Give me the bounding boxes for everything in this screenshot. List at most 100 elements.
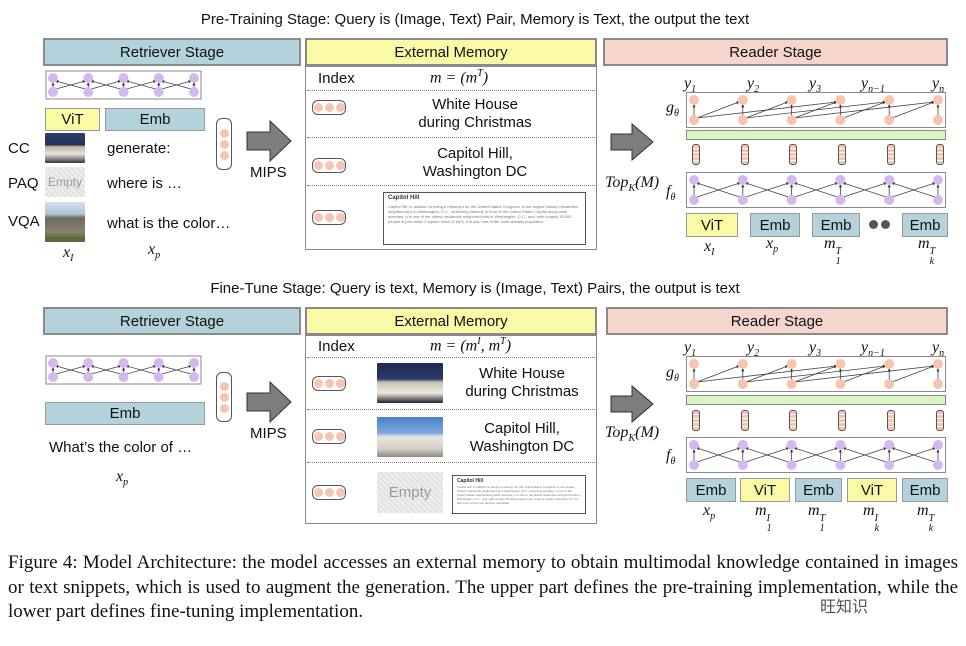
ellipsis-dot — [881, 220, 890, 229]
math-subscript: 3 — [816, 348, 822, 360]
watermark: 旺知识 — [820, 593, 869, 617]
query-text: generate: — [107, 140, 171, 157]
memory-item-text: White House during Christmas — [418, 96, 532, 131]
white-house-image — [377, 363, 443, 403]
network-node — [933, 195, 943, 205]
math-base: m — [863, 502, 875, 519]
network-node — [835, 95, 846, 105]
var-x-p: xp — [703, 502, 715, 522]
network-node — [118, 372, 129, 382]
reader-input-emb: Emb — [902, 213, 948, 237]
network-node — [884, 195, 895, 205]
network-node — [737, 115, 748, 125]
network-node — [933, 379, 943, 389]
network-graph — [689, 95, 943, 125]
network-node — [689, 460, 699, 470]
reader-input-vit: ViT — [847, 478, 897, 502]
memory-item-text: Capitol Hill, Washington DC — [469, 420, 575, 455]
math-subscript: n−1 — [868, 84, 885, 96]
var-x-p: xp — [148, 241, 160, 261]
network-node — [786, 359, 797, 369]
network-node — [933, 460, 943, 470]
capitol-image — [377, 417, 443, 457]
dataset-label: PAQ — [8, 175, 39, 192]
arrow-icon — [610, 385, 654, 423]
fusion-bar — [686, 130, 946, 140]
network-node — [786, 379, 797, 389]
cathedral-image — [45, 202, 85, 242]
hidden-state-vector — [887, 144, 895, 165]
network-node — [48, 87, 58, 97]
network-graph — [45, 70, 202, 100]
empty-image: Empty — [377, 472, 443, 513]
network-node — [884, 175, 895, 185]
network-node — [48, 358, 58, 368]
network-node — [835, 195, 846, 205]
memory-key-embedding — [312, 485, 346, 500]
network-graph — [689, 359, 943, 389]
finetune-title: Fine-Tune Stage: Query is text, Memory i… — [210, 280, 740, 297]
ellipsis-dot — [869, 220, 878, 229]
math-scripts: Tk — [929, 246, 936, 267]
network-node — [83, 87, 94, 97]
vit-box: ViT — [45, 108, 100, 131]
wiki-snippet: Capitol Hill Capitol Hill, in addition to… — [383, 192, 586, 245]
memory-item-text: White House during Christmas — [465, 365, 579, 400]
pretraining-title: Pre-Training Stage: Query is (Image, Tex… — [200, 11, 750, 28]
network-node — [786, 115, 797, 125]
emb-box: Emb — [105, 108, 205, 131]
reader-input-emb: Emb — [902, 478, 948, 502]
mips-label: MIPS — [250, 425, 287, 442]
network-node — [737, 359, 748, 369]
divider — [307, 137, 595, 138]
network-node — [835, 359, 846, 369]
wiki-snippet: Capitol Hill Capitol Hill, in addition to… — [452, 475, 586, 514]
network-node — [835, 379, 846, 389]
math-base: m — [917, 502, 929, 519]
network-graph — [689, 440, 943, 470]
network-graph — [45, 355, 202, 385]
network-node — [83, 358, 94, 368]
math-base: g — [666, 99, 674, 116]
network-node — [933, 175, 943, 185]
external-memory-header: External Memory — [305, 38, 597, 66]
math-subscript: n−1 — [868, 348, 885, 360]
memory-key-embedding — [312, 210, 346, 225]
hidden-state-vector — [838, 410, 846, 431]
network-node — [933, 440, 943, 450]
query-embedding — [216, 118, 232, 170]
math-subscript: p — [155, 250, 161, 262]
network-node — [835, 440, 846, 450]
arrow-icon — [610, 123, 654, 161]
network-node — [737, 460, 748, 470]
output-token-label: y2 — [747, 75, 759, 95]
reader-stage-header: Reader Stage — [603, 38, 948, 66]
network-node — [737, 175, 748, 185]
decoder-network — [686, 356, 946, 397]
reader-input-emb: Emb — [686, 478, 736, 502]
memory-key-embedding — [312, 158, 346, 173]
f-theta-label: fθ — [666, 183, 675, 203]
dataset-label: CC — [8, 140, 30, 157]
fusion-bar — [686, 395, 946, 405]
hidden-state-vector — [692, 410, 700, 431]
hidden-state-vector — [789, 410, 797, 431]
math-subscript: θ — [674, 373, 679, 385]
network-node — [689, 440, 699, 450]
var-mk-t: mTk — [917, 502, 934, 534]
var-m1-i: mI1 — [755, 502, 772, 534]
math-base: g — [666, 364, 674, 381]
network-node — [189, 73, 199, 83]
topk-label: TopK(M) — [605, 424, 660, 445]
network-node — [786, 95, 797, 105]
math-scripts: T1 — [835, 246, 842, 267]
network-node — [884, 95, 895, 105]
reader-input-emb: Emb — [795, 478, 842, 502]
reader-input-emb: Emb — [812, 213, 860, 237]
math-subscript: n — [939, 84, 945, 96]
network-node — [118, 73, 129, 83]
encoder-network — [686, 437, 946, 478]
reader-stage-header: Reader Stage — [606, 307, 948, 335]
var-mk-i: mIk — [863, 502, 879, 534]
hidden-state-vector — [936, 144, 944, 165]
